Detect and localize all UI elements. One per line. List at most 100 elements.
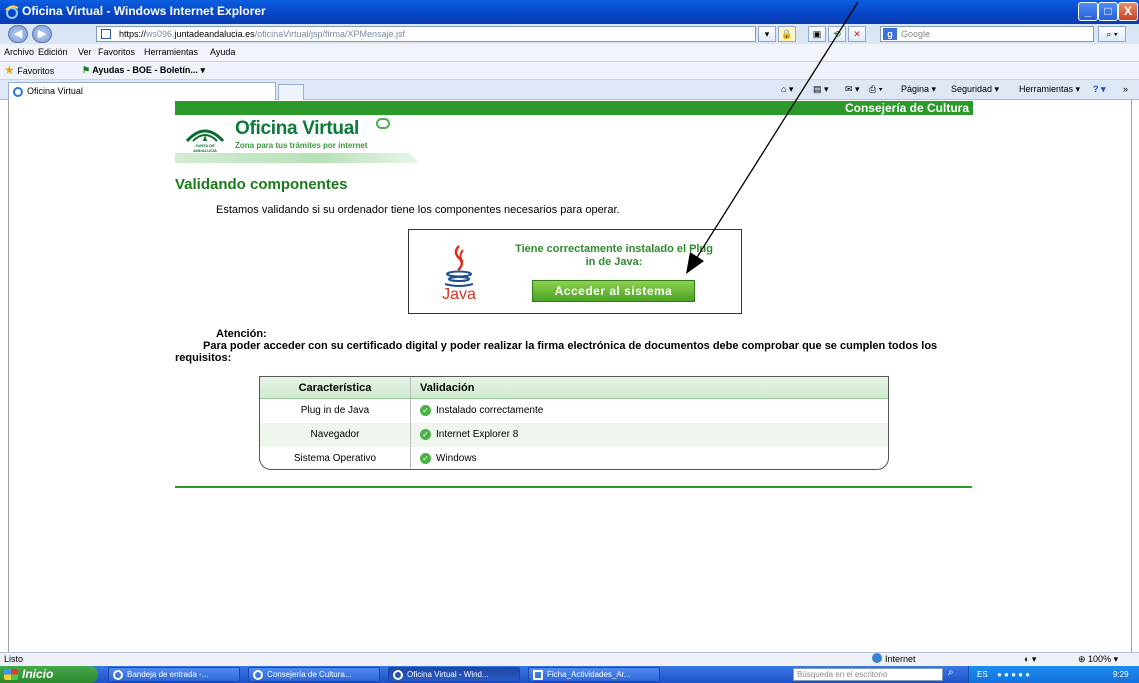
footer-divider <box>175 486 972 488</box>
menu-herramientas[interactable]: Herramientas <box>144 44 198 61</box>
feed-icon: ⚑ <box>82 65 91 75</box>
lock-icon[interactable]: 🔒 <box>778 26 796 42</box>
page-icon <box>101 29 111 39</box>
header-feature: Característica <box>260 377 411 398</box>
clock: 9:29 <box>1113 670 1129 679</box>
system-tray: ES ● ● ● ● ● 9:29 <box>968 666 1139 683</box>
refresh-icon[interactable]: ⟲ <box>828 26 846 42</box>
logo-subtitle: Zona para tus trámites por internet <box>235 141 368 150</box>
task-label: Oficina Virtual - Wind... <box>407 670 489 679</box>
java-message: Tiene correctamente instalado el Plug in… <box>515 243 713 268</box>
url-prefix: https:// <box>119 29 147 39</box>
row-status: ✓ Windows <box>420 447 477 469</box>
word-icon <box>533 670 543 680</box>
task-outlook[interactable]: Bandeja de entrada -... <box>108 667 240 682</box>
security-menu[interactable]: Seguridad ▾ <box>951 80 999 99</box>
menu-archivo[interactable]: Archivo <box>4 44 34 61</box>
tray-icons[interactable]: ● ● ● ● ● <box>997 666 1030 683</box>
desktop-search-input[interactable]: Búsqueda en el escritorio <box>793 668 943 681</box>
tab-oficina-virtual[interactable]: Oficina Virtual <box>8 82 276 100</box>
search-button[interactable]: ⌕ ▾ <box>1098 26 1126 42</box>
chevron-right-icon[interactable]: » <box>1123 80 1128 99</box>
menu-ayuda[interactable]: Ayuda <box>210 44 235 61</box>
zoom-level[interactable]: ⊕ 100% ▾ <box>1078 653 1118 666</box>
task-consejeria[interactable]: Consejería de Cultura... <box>248 667 380 682</box>
mail-icon[interactable]: ✉ ▾ <box>845 80 860 99</box>
favorite-link-label: Ayudas - BOE - Boletín... <box>92 65 198 75</box>
java-logo: Java <box>439 244 479 306</box>
address-dropdown-button[interactable]: ▾ <box>758 26 776 42</box>
search-placeholder: Google <box>901 29 931 39</box>
row-status: ✓ Instalado correctamente <box>420 399 543 423</box>
java-cup-icon <box>444 245 474 287</box>
logo-title: Oficina Virtual <box>235 118 359 139</box>
access-system-button[interactable]: Acceder al sistema <box>532 280 695 302</box>
junta-andalucia-text: JUNTA DE ANDALUCIA <box>193 143 217 153</box>
search-input[interactable]: g Google <box>880 26 1094 42</box>
new-tab-button[interactable] <box>278 84 304 100</box>
favorites-label: Favoritos <box>17 66 55 76</box>
favorite-link-boe[interactable]: ⚑ Ayudas - BOE - Boletín... ▾ <box>82 62 205 79</box>
window-titlebar: Oficina Virtual - Windows Internet Explo… <box>0 0 1139 24</box>
header-band: Consejería de Cultura <box>175 101 973 115</box>
attention-title: Atención: <box>216 328 267 340</box>
home-icon[interactable]: ⌂ ▾ <box>781 80 793 99</box>
menu-favoritos[interactable]: Favoritos <box>98 44 135 61</box>
row-feature: Plug in de Java <box>260 399 411 423</box>
url-subdomain: ws096. <box>146 29 175 39</box>
intro-text: Estamos validando si su ordenador tiene … <box>216 204 620 216</box>
ie-icon <box>393 670 403 680</box>
region-title: Consejería de Cultura <box>844 101 969 115</box>
favorites-bar: ★ Favoritos ⚑ Ayudas - BOE - Boletín... … <box>0 62 1139 80</box>
start-label: Inicio <box>22 667 54 681</box>
junta-arch-icon <box>185 129 225 143</box>
logo-underline <box>175 153 419 163</box>
help-icon[interactable]: ? ▾ <box>1093 80 1106 99</box>
security-zone: Internet <box>872 653 916 666</box>
task-oficina-virtual[interactable]: Oficina Virtual - Wind... <box>388 667 520 682</box>
task-word-document[interactable]: Ficha_Actividades_Ar... <box>528 667 660 682</box>
header-validation: Validación <box>420 382 475 394</box>
start-button[interactable]: Inicio <box>0 666 98 683</box>
page-menu[interactable]: Página ▾ <box>901 80 936 99</box>
stop-icon[interactable]: ✕ <box>848 26 866 42</box>
back-button[interactable]: ◀ <box>8 25 28 43</box>
tab-label: Oficina Virtual <box>27 86 83 96</box>
row-feature: Sistema Operativo <box>260 447 411 469</box>
row-status-text: Instalado correctamente <box>436 405 544 416</box>
window-title: Oficina Virtual - Windows Internet Explo… <box>22 4 266 18</box>
attention-text: Para poder acceder con su certificado di… <box>175 340 938 364</box>
address-bar[interactable]: https://ws096.juntadeandalucia.es/oficin… <box>96 26 756 42</box>
close-button[interactable]: X <box>1118 2 1138 21</box>
page-heading: Validando componentes <box>175 176 348 193</box>
zoom-value: 100% <box>1088 654 1112 664</box>
task-label: Ficha_Actividades_Ar... <box>547 670 631 679</box>
maximize-button[interactable]: □ <box>1098 2 1118 21</box>
task-label: Consejería de Cultura... <box>267 670 352 679</box>
junta-andalucia-logo: JUNTA DE ANDALUCIA <box>183 121 227 153</box>
forward-button[interactable]: ▶ <box>32 25 52 43</box>
status-text: Listo <box>4 654 24 664</box>
outlook-icon <box>113 670 123 680</box>
oficina-virtual-logo: JUNTA DE ANDALUCIA Oficina Virtual Zona … <box>175 115 419 163</box>
taskbar: Inicio Bandeja de entrada -... Consejerí… <box>0 666 1139 683</box>
url-host: juntadeandalucia.es <box>174 29 255 39</box>
menu-edicion[interactable]: Edición <box>38 44 68 61</box>
language-indicator[interactable]: ES <box>977 666 988 683</box>
row-feature: Navegador <box>260 423 411 447</box>
internet-explorer-icon <box>5 5 19 19</box>
print-icon[interactable]: ⎙ ▾ <box>869 80 882 99</box>
check-icon: ✓ <box>420 428 431 440</box>
feeds-icon[interactable]: ▤ ▾ <box>813 80 829 99</box>
minimize-button[interactable]: _ <box>1078 2 1098 21</box>
compatibility-view-icon[interactable]: ▣ <box>808 26 826 42</box>
row-status-text: Windows <box>436 453 477 464</box>
zone-label: Internet <box>885 654 916 664</box>
protected-mode-icon[interactable]: ◐ ▾ <box>1024 653 1036 666</box>
star-icon: ★ <box>4 63 15 77</box>
menu-ver[interactable]: Ver <box>78 44 92 61</box>
favorites-button[interactable]: ★ Favoritos <box>4 62 54 80</box>
url-path: /oficinaVirtual/jsp/firma/XPMensaje.jsf <box>254 29 406 39</box>
tools-menu[interactable]: Herramientas ▾ <box>1019 80 1080 99</box>
search-icon[interactable]: ⌕ <box>948 667 954 678</box>
